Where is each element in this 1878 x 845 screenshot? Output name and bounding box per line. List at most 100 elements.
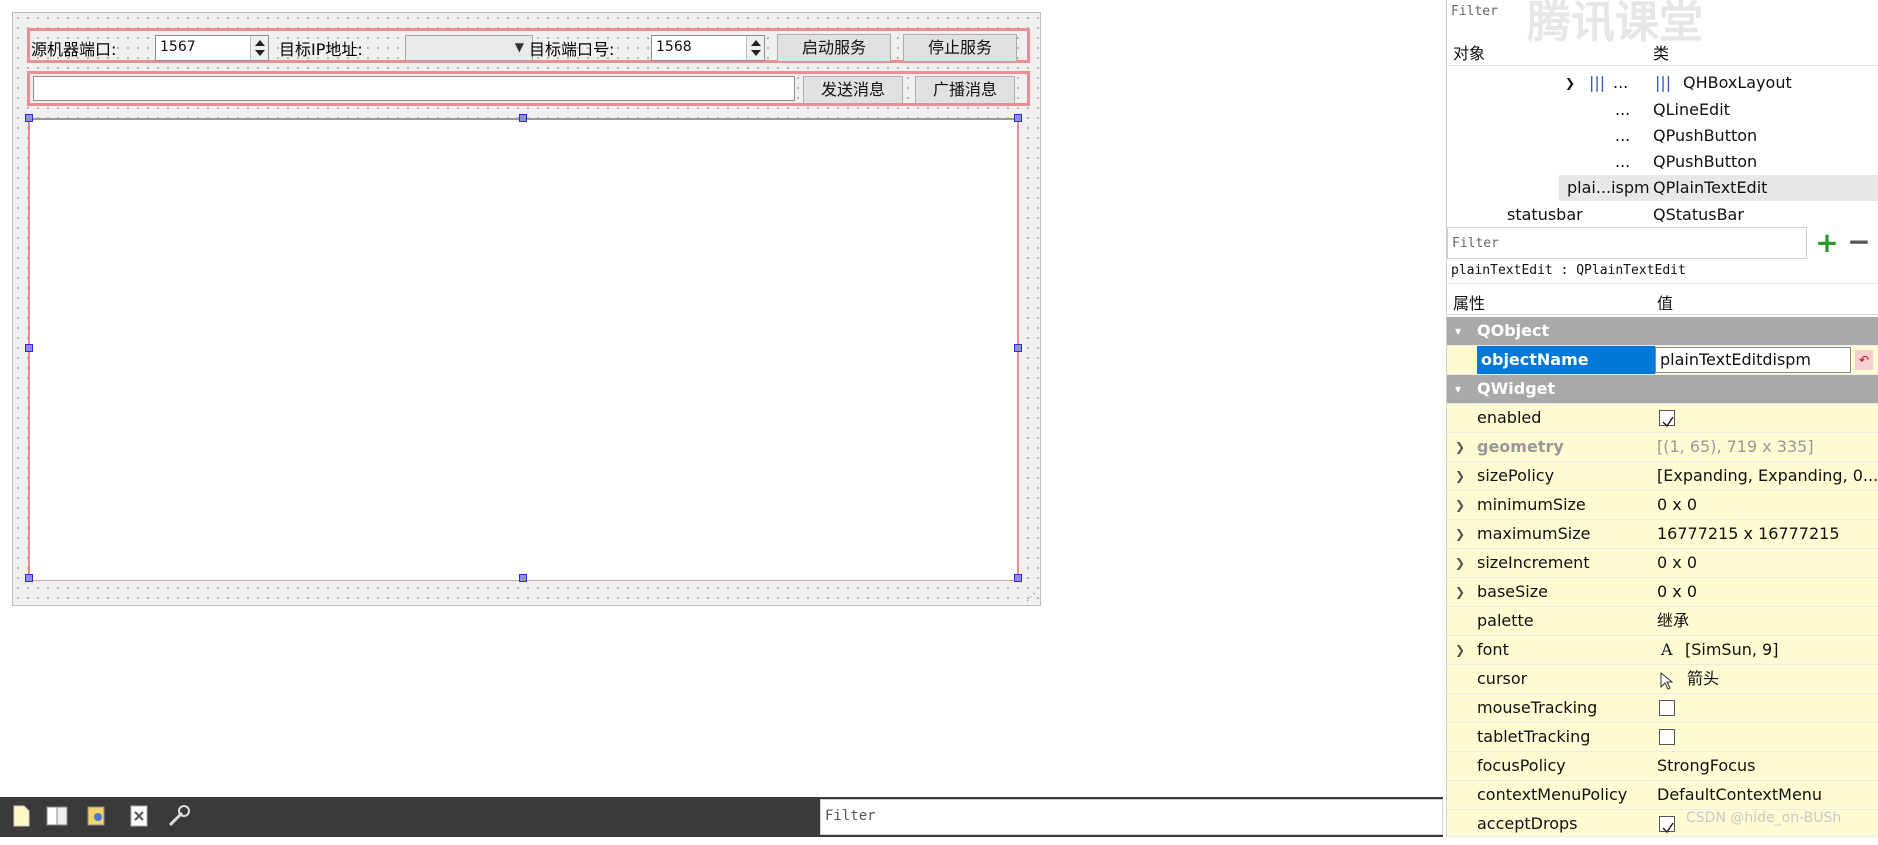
prop-row[interactable]: palette 继承: [1447, 607, 1878, 636]
prop-row[interactable]: mouseTracking: [1447, 694, 1878, 723]
tree-row[interactable]: ❯ ||| ... ||| QHBoxLayout: [1447, 70, 1878, 96]
prop-row[interactable]: ❯ minimumSize 0 x 0: [1447, 491, 1878, 520]
group-label: QWidget: [1477, 379, 1556, 398]
prop-name: focusPolicy: [1477, 756, 1566, 775]
property-header: 属性 值: [1447, 283, 1878, 315]
col-object-header: 对象: [1453, 44, 1486, 63]
group-qwidget[interactable]: ▾ QWidget: [1447, 375, 1878, 404]
checkbox-unchecked-icon[interactable]: [1659, 700, 1675, 716]
objectname-value: plainTextEditdispm: [1660, 350, 1812, 369]
chevron-right-icon[interactable]: ❯: [1455, 433, 1465, 461]
group-qobject[interactable]: ▾ QObject: [1447, 317, 1878, 346]
spin-arrows-icon[interactable]: [250, 36, 268, 60]
tree-row-name: statusbar: [1507, 205, 1583, 224]
prop-value: 继承: [1657, 611, 1690, 630]
prop-row[interactable]: ❯ sizePolicy [Expanding, Expanding, 0...: [1447, 462, 1878, 491]
prop-value: 箭头: [1687, 669, 1720, 688]
chevron-down-icon[interactable]: ❯: [1565, 70, 1575, 96]
prop-row[interactable]: ❯ baseSize 0 x 0: [1447, 578, 1878, 607]
new-file-icon[interactable]: [8, 803, 34, 829]
spin-arrows-icon[interactable]: [746, 36, 764, 60]
prop-row[interactable]: cursor 箭头: [1447, 665, 1878, 694]
chevron-right-icon[interactable]: ❯: [1455, 462, 1465, 490]
prop-row[interactable]: tabletTracking: [1447, 723, 1878, 752]
stop-service-button[interactable]: 停止服务: [903, 34, 1017, 62]
resize-handle[interactable]: [25, 114, 33, 122]
prop-row[interactable]: contextMenuPolicy DefaultContextMenu: [1447, 781, 1878, 810]
prop-row[interactable]: ❯ geometry [(1, 65), 719 x 335]: [1447, 433, 1878, 462]
tree-row-class: QPlainTextEdit: [1653, 178, 1768, 197]
property-editor: Filter + − plainTextEdit : QPlainTextEdi…: [1446, 227, 1878, 837]
tree-row[interactable]: ... QLineEdit: [1447, 97, 1878, 123]
prop-row[interactable]: enabled: [1447, 404, 1878, 433]
tree-row-selected[interactable]: plai...ispm QPlainTextEdit: [1559, 175, 1878, 201]
start-service-button[interactable]: 启动服务: [777, 34, 891, 62]
font-icon: A: [1661, 640, 1673, 659]
prop-name: sizePolicy: [1477, 466, 1555, 485]
plain-text-edit[interactable]: [29, 118, 1019, 581]
object-inspector: Filter 腾讯课堂 对象 类 ❯ ||| ... ||| QHBoxLayo…: [1446, 0, 1878, 227]
tree-row[interactable]: statusbar QStatusBar: [1447, 202, 1878, 228]
target-port-value: 1568: [656, 39, 692, 55]
open-file-icon[interactable]: [44, 803, 70, 829]
prop-row[interactable]: ❯ sizeIncrement 0 x 0: [1447, 549, 1878, 578]
reset-icon[interactable]: ↶: [1855, 350, 1873, 370]
broadcast-message-button[interactable]: 广播消息: [915, 76, 1015, 104]
resize-handle[interactable]: [1014, 574, 1022, 582]
resize-handle[interactable]: [25, 574, 33, 582]
target-port-label: 目标端口号:: [529, 40, 615, 59]
chevron-right-icon[interactable]: ❯: [1455, 520, 1465, 548]
tree-row-name: plai...ispm: [1567, 178, 1650, 197]
send-message-button[interactable]: 发送消息: [803, 76, 903, 104]
prop-name: cursor: [1477, 669, 1528, 688]
checkbox-checked-icon[interactable]: [1659, 816, 1675, 834]
prop-row-objectname[interactable]: objectName plainTextEditdispm ↶: [1447, 346, 1878, 375]
property-filter-placeholder: Filter: [1452, 236, 1499, 251]
tree-row-class: QPushButton: [1653, 152, 1758, 171]
target-port-spinbox[interactable]: 1568: [651, 35, 765, 61]
chevron-down-icon[interactable]: ▾: [1455, 375, 1461, 403]
resize-handle[interactable]: [519, 114, 527, 122]
remove-property-icon[interactable]: −: [1845, 228, 1873, 257]
message-line-edit[interactable]: [33, 76, 795, 101]
chevron-right-icon[interactable]: ❯: [1455, 549, 1465, 577]
chevron-down-icon[interactable]: ▾: [1455, 317, 1461, 345]
size-grip-icon[interactable]: ⋰: [1026, 592, 1036, 603]
resize-handle[interactable]: [519, 574, 527, 582]
add-property-icon[interactable]: +: [1813, 229, 1841, 257]
prop-name: geometry: [1477, 437, 1564, 456]
wrench-icon[interactable]: [166, 803, 192, 829]
prop-row[interactable]: ❯ maximumSize 16777215 x 16777215: [1447, 520, 1878, 549]
tree-row-name: ...: [1615, 100, 1631, 119]
resource-icon[interactable]: [84, 803, 110, 829]
bottom-filter-input[interactable]: Filter: [820, 799, 1443, 835]
prop-name: minimumSize: [1477, 495, 1586, 514]
prop-value: [(1, 65), 719 x 335]: [1657, 437, 1814, 456]
prop-name: acceptDrops: [1477, 814, 1578, 833]
prop-value: 16777215 x 16777215: [1657, 524, 1840, 543]
chevron-right-icon[interactable]: ❯: [1455, 578, 1465, 606]
chevron-right-icon[interactable]: ❯: [1455, 636, 1465, 664]
prop-row[interactable]: focusPolicy StrongFocus: [1447, 752, 1878, 781]
tree-row-class: QStatusBar: [1653, 205, 1744, 224]
prop-name: objectName: [1477, 346, 1655, 374]
checkbox-checked-icon[interactable]: [1659, 410, 1675, 428]
designer-form-canvas[interactable]: 源机器端口: 1567 目标IP地址: ▼ 目标端口号: 1568 启动服务 停…: [12, 12, 1041, 606]
prop-name: tabletTracking: [1477, 727, 1591, 746]
checkbox-unchecked-icon[interactable]: [1659, 729, 1675, 745]
source-port-spinbox[interactable]: 1567: [155, 35, 269, 61]
delete-icon[interactable]: [126, 803, 152, 829]
resize-handle[interactable]: [25, 344, 33, 352]
prop-row[interactable]: ❯ font A [SimSun, 9]: [1447, 636, 1878, 665]
chevron-right-icon[interactable]: ❯: [1455, 491, 1465, 519]
object-filter-input[interactable]: Filter: [1451, 4, 1498, 19]
tree-row[interactable]: ... QPushButton: [1447, 123, 1878, 149]
tree-row-class: QLineEdit: [1653, 100, 1730, 119]
resize-handle[interactable]: [1014, 114, 1022, 122]
property-filter-input[interactable]: Filter: [1447, 227, 1807, 259]
target-ip-combobox[interactable]: ▼: [405, 35, 533, 61]
resize-handle[interactable]: [1014, 344, 1022, 352]
objectname-edit-field[interactable]: plainTextEditdispm: [1655, 347, 1851, 373]
tree-row[interactable]: ... QPushButton: [1447, 149, 1878, 175]
prop-name: palette: [1477, 611, 1534, 630]
